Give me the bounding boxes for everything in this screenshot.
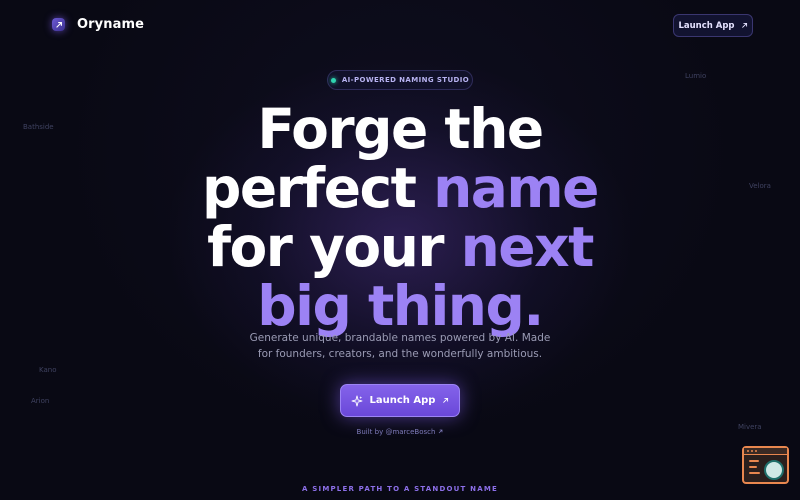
headline-line-4: big thing. <box>257 274 544 338</box>
floating-name: Arion <box>31 397 50 405</box>
brand[interactable]: Oryname <box>52 17 144 32</box>
status-dot-icon <box>330 77 336 83</box>
launch-app-label: Launch App <box>369 395 436 406</box>
arrow-up-right-icon <box>741 22 747 28</box>
arrow-up-right-icon <box>443 397 449 403</box>
magnifier-icon <box>764 460 784 480</box>
floating-name: Lumio <box>685 72 707 80</box>
floating-name: Velora <box>749 182 771 190</box>
header-launch-app-button[interactable]: Launch App <box>673 14 753 37</box>
arrow-up-right-icon <box>439 429 443 434</box>
hero-subtitle: Generate unique, brandable names powered… <box>249 332 551 360</box>
headline-line-3: for your next <box>207 215 594 279</box>
badge-text: AI-POWERED NAMING STUDIO <box>341 76 470 84</box>
brand-logo-icon <box>52 18 65 31</box>
headline-line-2: perfect name <box>202 156 599 220</box>
headline-line-1: Forge the <box>257 97 544 161</box>
sparkles-icon <box>351 395 362 406</box>
header-launch-app-label: Launch App <box>678 20 735 31</box>
floating-name: Mivera <box>738 423 762 431</box>
floating-name: Bathside <box>23 123 54 131</box>
launch-app-button[interactable]: Launch App <box>340 384 460 417</box>
floating-name: Kano <box>39 366 57 374</box>
built-by-link[interactable]: Built by @marceBosch <box>300 428 500 436</box>
inspector-widget-icon[interactable] <box>742 446 789 484</box>
hero-headline: Forge the perfect name for your next big… <box>150 100 650 336</box>
built-by-text: Built by @marceBosch <box>356 428 436 436</box>
section-label: A SIMPLER PATH TO A STANDOUT NAME <box>302 485 498 493</box>
hero-badge: AI-POWERED NAMING STUDIO <box>327 70 473 90</box>
brand-name: Oryname <box>77 17 145 32</box>
